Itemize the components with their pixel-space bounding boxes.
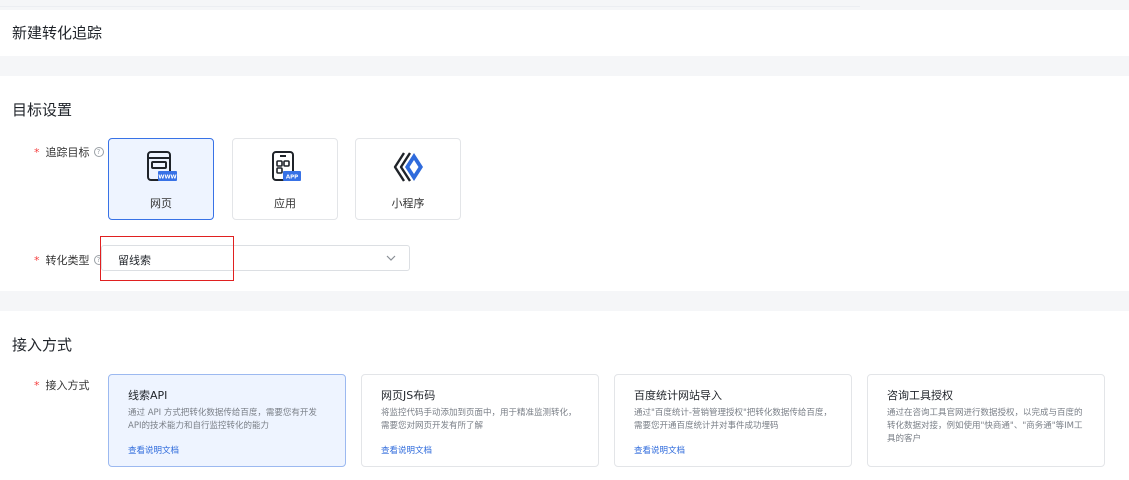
svg-text:APP: APP [286,175,298,181]
view-docs-link[interactable]: 查看说明文档 [381,444,432,456]
conversion-type-select[interactable]: 留线索 [101,245,410,271]
access-method-description: 通过在咨询工具官网进行数据授权，以完成与百度的转化数据对接，例如使用"快商通"、… [887,408,1083,444]
access-method-description: 通过"百度统计-营销管理授权"把转化数据传给百度，需要您开通百度统计并对事件成功… [634,408,832,431]
access-method-title-text: 线索API [128,389,168,402]
access-method-title-text: 百度统计网站导入 [634,389,722,402]
required-marker: * [34,145,40,159]
page-title: 新建转化追踪 [12,24,103,42]
required-marker: * [34,378,40,392]
required-marker: * [34,253,40,267]
access-method-title: 接入方式 [12,336,73,354]
conversion-type-label: * 转化类型 ? [34,252,104,268]
access-method-label: * 接入方式 [34,378,90,393]
mini-program-icon [393,152,423,182]
target-option-app[interactable]: APP 应用 [232,138,338,220]
help-icon[interactable]: ? [93,147,104,157]
target-option-label: 网页 [150,197,172,210]
top-divider [0,6,860,7]
access-method-baidu-stats[interactable]: 百度统计网站导入 通过"百度统计-营销管理授权"把转化数据传给百度，需要您开通百… [614,374,852,467]
target-settings-title: 目标设置 [12,101,73,119]
target-option-label: 应用 [274,197,296,210]
track-target-label: * 追踪目标 ? [34,144,104,160]
webpage-www-icon: WWW [147,151,177,181]
target-option-webpage[interactable]: WWW 网页 [108,138,214,220]
access-method-consult-tool[interactable]: 咨询工具授权 通过在咨询工具官网进行数据授权，以完成与百度的转化数据对接，例如使… [867,374,1105,467]
access-method-description: 将监控代码手动添加到页面中，用于精准监测转化，需要您对网页开发有所了解 [381,408,577,431]
svg-text:WWW: WWW [158,175,176,181]
mobile-app-icon: APP [272,151,301,181]
access-method-title-text: 咨询工具授权 [887,389,953,402]
access-method-description: 通过 API 方式把转化数据传给百度，需要您有开发API的技术能力和自行监控转化… [128,408,317,431]
view-docs-link[interactable]: 查看说明文档 [634,444,685,456]
header-section [0,10,1129,56]
chevron-down-icon [386,255,396,261]
conversion-type-value: 留线索 [118,254,151,267]
target-option-label: 小程序 [391,197,425,210]
access-method-lead-api[interactable]: 线索API 通过 API 方式把转化数据传给百度，需要您有开发API的技术能力和… [108,374,346,467]
target-option-mini-program[interactable]: 小程序 [355,138,461,220]
view-docs-link[interactable]: 查看说明文档 [128,444,179,456]
access-method-web-js[interactable]: 网页JS布码 将监控代码手动添加到页面中，用于精准监测转化，需要您对网页开发有所… [361,374,599,467]
access-method-title-text: 网页JS布码 [381,389,436,402]
